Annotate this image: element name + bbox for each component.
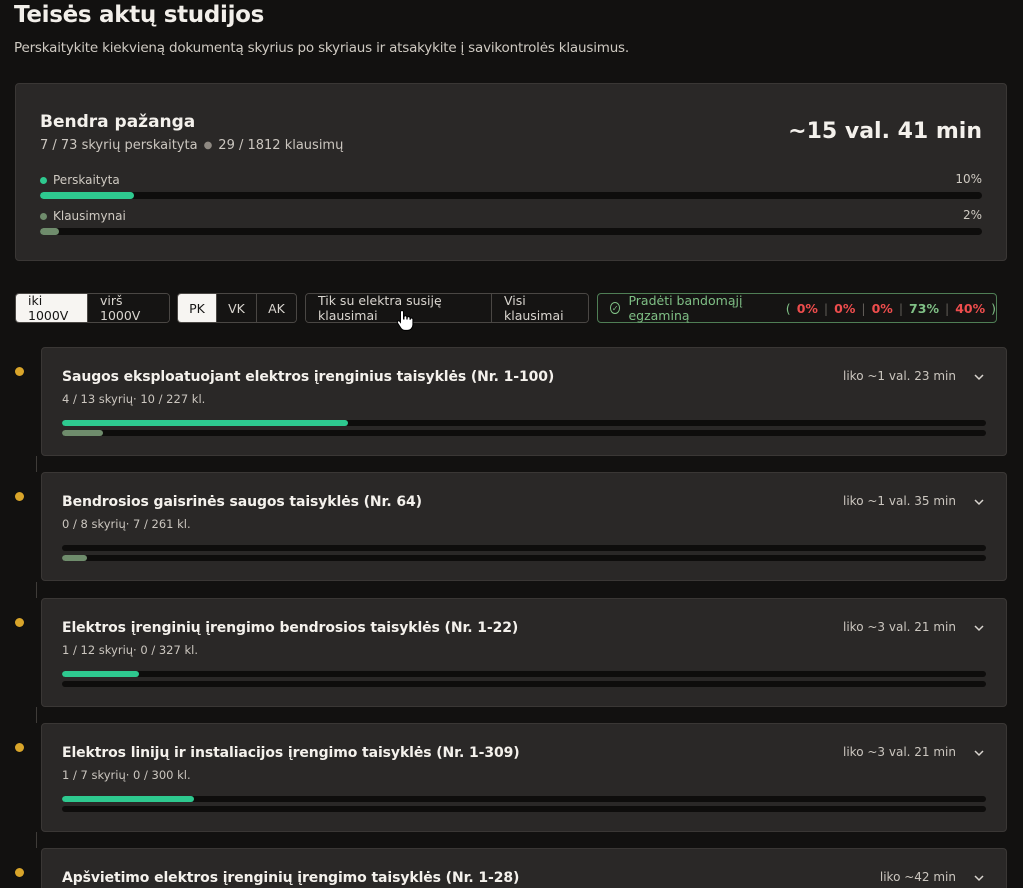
document-time-left: liko ~1 val. 23 min (843, 369, 956, 383)
timeline-dot (15, 492, 24, 501)
questions-progress-metric: Klausimynai 2% (40, 208, 982, 235)
questions-answered-count: 29 / 1812 klausimų (218, 138, 344, 153)
questions-progress-track (40, 228, 982, 235)
timeline-dot (15, 618, 24, 627)
timeline-connector (36, 707, 37, 723)
document-read-fill (62, 671, 139, 677)
document-questions-track (62, 681, 986, 687)
questions-progress-percent: 2% (962, 208, 982, 222)
document-title: Apšvietimo elektros įrenginių įrengimo t… (62, 870, 520, 886)
hand-pointer-icon (396, 309, 414, 331)
category-filter: PK VK AK (177, 293, 297, 323)
read-progress-metric: Perskaityta 10% (40, 172, 982, 199)
read-progress-fill (40, 192, 135, 199)
timeline-dot (15, 367, 24, 376)
document-card[interactable]: Apšvietimo elektros įrenginių įrengimo t… (41, 848, 1007, 888)
document-title: Bendrosios gaisrinės saugos taisyklės (N… (62, 494, 422, 510)
document-title: Elektros linijų ir instaliacijos įrengim… (62, 745, 520, 761)
voltage-filter: iki 1000V virš 1000V (15, 293, 170, 323)
filter-virs-1000v[interactable]: virš 1000V (88, 294, 169, 322)
document-time-left: liko ~1 val. 35 min (843, 494, 956, 508)
chevron-down-icon[interactable] (974, 497, 984, 507)
filter-iki-1000v[interactable]: iki 1000V (16, 294, 88, 322)
exam-score: 40% (955, 300, 986, 316)
filter-vk[interactable]: VK (217, 294, 257, 322)
chevron-down-icon[interactable] (974, 623, 984, 633)
chapters-read-count: 7 / 73 skyrių perskaityta (40, 138, 198, 153)
document-questions-track (62, 806, 986, 812)
document-read-fill (62, 420, 349, 426)
exam-score: 73% (909, 300, 939, 316)
overall-time-left: ~15 val. 41 min (788, 119, 982, 144)
document-questions-track (62, 555, 986, 561)
timeline-dot (15, 868, 24, 877)
questions-progress-fill (40, 228, 59, 235)
document-read-track (62, 420, 986, 426)
chevron-down-icon[interactable] (974, 748, 984, 758)
page-subtitle: Perskaitykite kiekvieną dokumentą skyriu… (14, 40, 629, 56)
start-mock-exam-button[interactable]: ✓ Pradėti bandomąjį egzaminą ( 0% | 0% |… (597, 293, 997, 323)
read-progress-percent: 10% (955, 172, 982, 186)
filter-all-questions[interactable]: Visi klausimai (492, 294, 588, 322)
document-questions-fill (62, 555, 87, 561)
separator-dot: ● (203, 140, 213, 151)
questions-progress-label: Klausimynai (53, 209, 126, 223)
filter-ak[interactable]: AK (257, 294, 296, 322)
timeline-connector (36, 832, 37, 848)
exam-score: 0% (834, 300, 856, 316)
overall-progress-title: Bendra pažanga (40, 112, 196, 132)
document-progress-summary: 1 / 12 skyrių· 0 / 327 kl. (62, 643, 198, 657)
timeline-connector (36, 456, 37, 472)
document-read-track (62, 545, 986, 551)
document-card[interactable]: Saugos eksploatuojant elektros įrenginiu… (41, 347, 1007, 456)
page-title: Teisės aktų studijos (14, 2, 265, 28)
document-card[interactable]: Bendrosios gaisrinės saugos taisyklės (N… (41, 472, 1007, 581)
overall-progress-card: Bendra pažanga 7 / 73 skyrių perskaityta… (15, 83, 1007, 261)
document-progress-summary: 0 / 8 skyrių· 7 / 261 kl. (62, 517, 191, 531)
check-circle-icon: ✓ (610, 302, 621, 314)
exam-score: 0% (796, 300, 818, 316)
document-time-left: liko ~3 val. 21 min (843, 745, 956, 759)
document-read-fill (62, 796, 195, 802)
questions-legend-dot (40, 212, 47, 220)
document-read-track (62, 671, 986, 677)
chevron-down-icon[interactable] (974, 372, 984, 382)
document-title: Saugos eksploatuojant elektros įrenginiu… (62, 369, 555, 385)
read-progress-track (40, 192, 982, 199)
document-progress-summary: 1 / 7 skyrių· 0 / 300 kl. (62, 768, 191, 782)
document-read-track (62, 796, 986, 802)
exam-score: 0% (871, 300, 893, 316)
document-progress-summary: 4 / 13 skyrių· 10 / 227 kl. (62, 392, 206, 406)
document-questions-fill (62, 430, 103, 436)
document-time-left: liko ~3 val. 21 min (843, 620, 956, 634)
document-questions-track (62, 430, 986, 436)
read-progress-label: Perskaityta (53, 173, 120, 187)
question-scope-filter: Tik su elektra susiję klausimai Visi kla… (305, 293, 589, 323)
overall-progress-summary: 7 / 73 skyrių perskaityta ● 29 / 1812 kl… (40, 138, 343, 153)
read-legend-dot (40, 176, 47, 184)
document-title: Elektros įrenginių įrengimo bendrosios t… (62, 620, 519, 636)
document-card[interactable]: Elektros linijų ir instaliacijos įrengim… (41, 723, 1007, 832)
timeline-dot (15, 743, 24, 752)
filter-pk[interactable]: PK (178, 294, 217, 322)
chevron-down-icon[interactable] (974, 873, 984, 883)
timeline-connector (36, 582, 37, 598)
document-time-left: liko ~42 min (879, 870, 956, 884)
start-mock-exam-label: Pradėti bandomąjį egzaminą (628, 293, 743, 323)
document-card[interactable]: Elektros įrenginių įrengimo bendrosios t… (41, 598, 1007, 707)
